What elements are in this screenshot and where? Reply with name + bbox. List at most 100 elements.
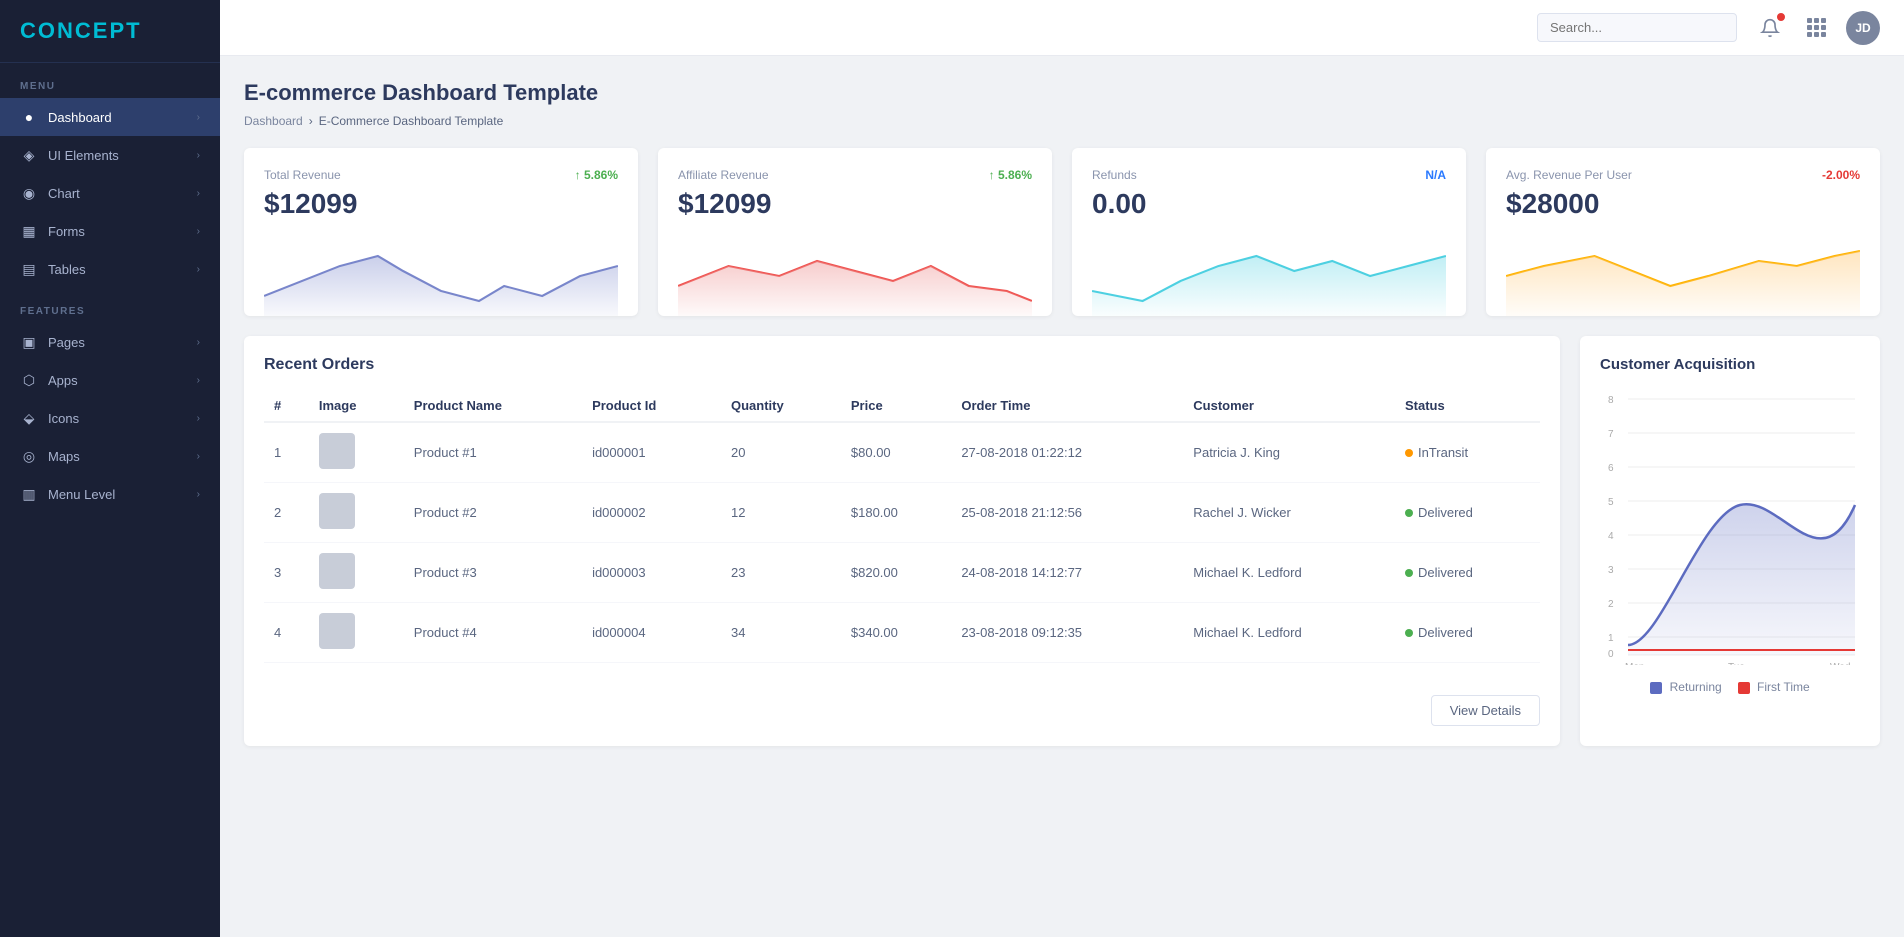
- pages-icon: ▣: [20, 333, 38, 351]
- view-details-button[interactable]: View Details: [1431, 695, 1540, 726]
- sidebar-item-label: Maps: [48, 449, 80, 464]
- svg-text:3: 3: [1608, 565, 1614, 576]
- table-row: 4 Product #4 id000004 34 $340.00 23-08-2…: [264, 603, 1540, 663]
- stat-value: 0.00: [1092, 188, 1446, 220]
- col-order-time: Order Time: [951, 390, 1183, 422]
- acquisition-card: Customer Acquisition 8 7 6 5 4 3 2 1 0: [1580, 336, 1880, 746]
- cell-product-id: id000003: [582, 543, 721, 603]
- cell-image: [309, 543, 404, 603]
- svg-text:Wed: Wed: [1830, 662, 1850, 665]
- sidebar-item-left: ▥ Menu Level: [20, 485, 115, 503]
- affiliate-revenue-chart: [678, 236, 1032, 316]
- sidebar-item-icons[interactable]: ⬙ Icons ›: [0, 399, 220, 437]
- stat-value: $12099: [264, 188, 618, 220]
- chevron-right-icon: ›: [197, 188, 200, 199]
- chevron-right-icon: ›: [197, 375, 200, 386]
- table-header: # Image Product Name Product Id Quantity…: [264, 390, 1540, 422]
- cell-status: Delivered: [1395, 543, 1540, 603]
- apps-icon: ⬡: [20, 371, 38, 389]
- col-product-id: Product Id: [582, 390, 721, 422]
- sidebar-item-pages[interactable]: ▣ Pages ›: [0, 323, 220, 361]
- breadcrumb-home[interactable]: Dashboard: [244, 114, 303, 128]
- sidebar-item-chart[interactable]: ◉ Chart ›: [0, 174, 220, 212]
- product-image: [319, 613, 355, 649]
- cell-order-time: 27-08-2018 01:22:12: [951, 422, 1183, 483]
- stat-card-header: Avg. Revenue Per User -2.00%: [1506, 168, 1860, 182]
- maps-icon: ◎: [20, 447, 38, 465]
- cell-num: 3: [264, 543, 309, 603]
- col-image: Image: [309, 390, 404, 422]
- col-product-name: Product Name: [404, 390, 582, 422]
- stat-card-avg-revenue: Avg. Revenue Per User -2.00% $28000: [1486, 148, 1880, 316]
- sidebar-item-tables[interactable]: ▤ Tables ›: [0, 250, 220, 288]
- sidebar-item-forms[interactable]: ▦ Forms ›: [0, 212, 220, 250]
- cell-product-id: id000002: [582, 483, 721, 543]
- svg-text:1: 1: [1608, 633, 1614, 644]
- main-area: JD E-commerce Dashboard Template Dashboa…: [220, 0, 1904, 937]
- grid-apps-button[interactable]: [1803, 14, 1830, 41]
- product-image: [319, 433, 355, 469]
- stat-value: $28000: [1506, 188, 1860, 220]
- col-customer: Customer: [1183, 390, 1395, 422]
- sidebar-item-label: Pages: [48, 335, 85, 350]
- icons-icon: ⬙: [20, 409, 38, 427]
- acquisition-chart: 8 7 6 5 4 3 2 1 0: [1600, 385, 1860, 665]
- sidebar-item-left: ▦ Forms: [20, 222, 85, 240]
- sidebar-item-apps[interactable]: ⬡ Apps ›: [0, 361, 220, 399]
- cell-status: Delivered: [1395, 603, 1540, 663]
- mini-chart-area: [1506, 236, 1860, 316]
- cell-quantity: 23: [721, 543, 841, 603]
- svg-text:4: 4: [1608, 531, 1614, 542]
- sidebar-item-menu-level[interactable]: ▥ Menu Level ›: [0, 475, 220, 513]
- legend-label-returning: Returning: [1670, 680, 1722, 694]
- stat-label: Affiliate Revenue: [678, 168, 769, 182]
- acquisition-title: Customer Acquisition: [1600, 356, 1860, 373]
- search-input[interactable]: [1537, 13, 1737, 42]
- avatar[interactable]: JD: [1846, 11, 1880, 45]
- status-dot: [1405, 629, 1413, 637]
- stat-change: N/A: [1425, 168, 1446, 182]
- cell-customer: Patricia J. King: [1183, 422, 1395, 483]
- orders-table: # Image Product Name Product Id Quantity…: [264, 390, 1540, 663]
- legend-dot-first-time: [1738, 682, 1750, 694]
- status-dot: [1405, 449, 1413, 457]
- cell-image: [309, 483, 404, 543]
- table-row: 1 Product #1 id000001 20 $80.00 27-08-20…: [264, 422, 1540, 483]
- cell-product-name: Product #1: [404, 422, 582, 483]
- cell-order-time: 24-08-2018 14:12:77: [951, 543, 1183, 603]
- sidebar: CONCEPT MENU ● Dashboard › ◈ UI Elements…: [0, 0, 220, 937]
- stat-label: Refunds: [1092, 168, 1137, 182]
- total-revenue-chart: [264, 236, 618, 316]
- cell-order-time: 23-08-2018 09:12:35: [951, 603, 1183, 663]
- orders-title: Recent Orders: [264, 356, 1540, 374]
- notifications-button[interactable]: [1753, 11, 1787, 45]
- stat-label: Total Revenue: [264, 168, 341, 182]
- stat-change: ↑ 5.86%: [575, 168, 618, 182]
- stat-label: Avg. Revenue Per User: [1506, 168, 1632, 182]
- brand-logo: CONCEPT: [0, 0, 220, 63]
- sidebar-item-label: Tables: [48, 262, 86, 277]
- chevron-right-icon: ›: [197, 264, 200, 275]
- cell-quantity: 34: [721, 603, 841, 663]
- grid-dot: [1821, 18, 1826, 23]
- sidebar-item-dashboard[interactable]: ● Dashboard ›: [0, 98, 220, 136]
- sidebar-item-maps[interactable]: ◎ Maps ›: [0, 437, 220, 475]
- stat-card-refunds: Refunds N/A 0.00: [1072, 148, 1466, 316]
- sidebar-item-left: ⬙ Icons: [20, 409, 79, 427]
- avg-revenue-chart: [1506, 236, 1860, 316]
- sidebar-item-left: ⬡ Apps: [20, 371, 78, 389]
- bottom-section: Recent Orders # Image Product Name Produ…: [244, 336, 1880, 746]
- stat-change: -2.00%: [1822, 168, 1860, 182]
- acquisition-chart-wrap: 8 7 6 5 4 3 2 1 0: [1600, 385, 1860, 670]
- grid-dot: [1807, 32, 1812, 37]
- sidebar-item-ui-elements[interactable]: ◈ UI Elements ›: [0, 136, 220, 174]
- features-section-label: FEATURES: [0, 288, 220, 323]
- cell-price: $340.00: [841, 603, 951, 663]
- grid-dot: [1814, 18, 1819, 23]
- cell-price: $180.00: [841, 483, 951, 543]
- svg-text:Mon: Mon: [1625, 662, 1644, 665]
- content-area: E-commerce Dashboard Template Dashboard …: [220, 56, 1904, 937]
- cell-product-id: id000004: [582, 603, 721, 663]
- cell-product-name: Product #3: [404, 543, 582, 603]
- status-dot: [1405, 569, 1413, 577]
